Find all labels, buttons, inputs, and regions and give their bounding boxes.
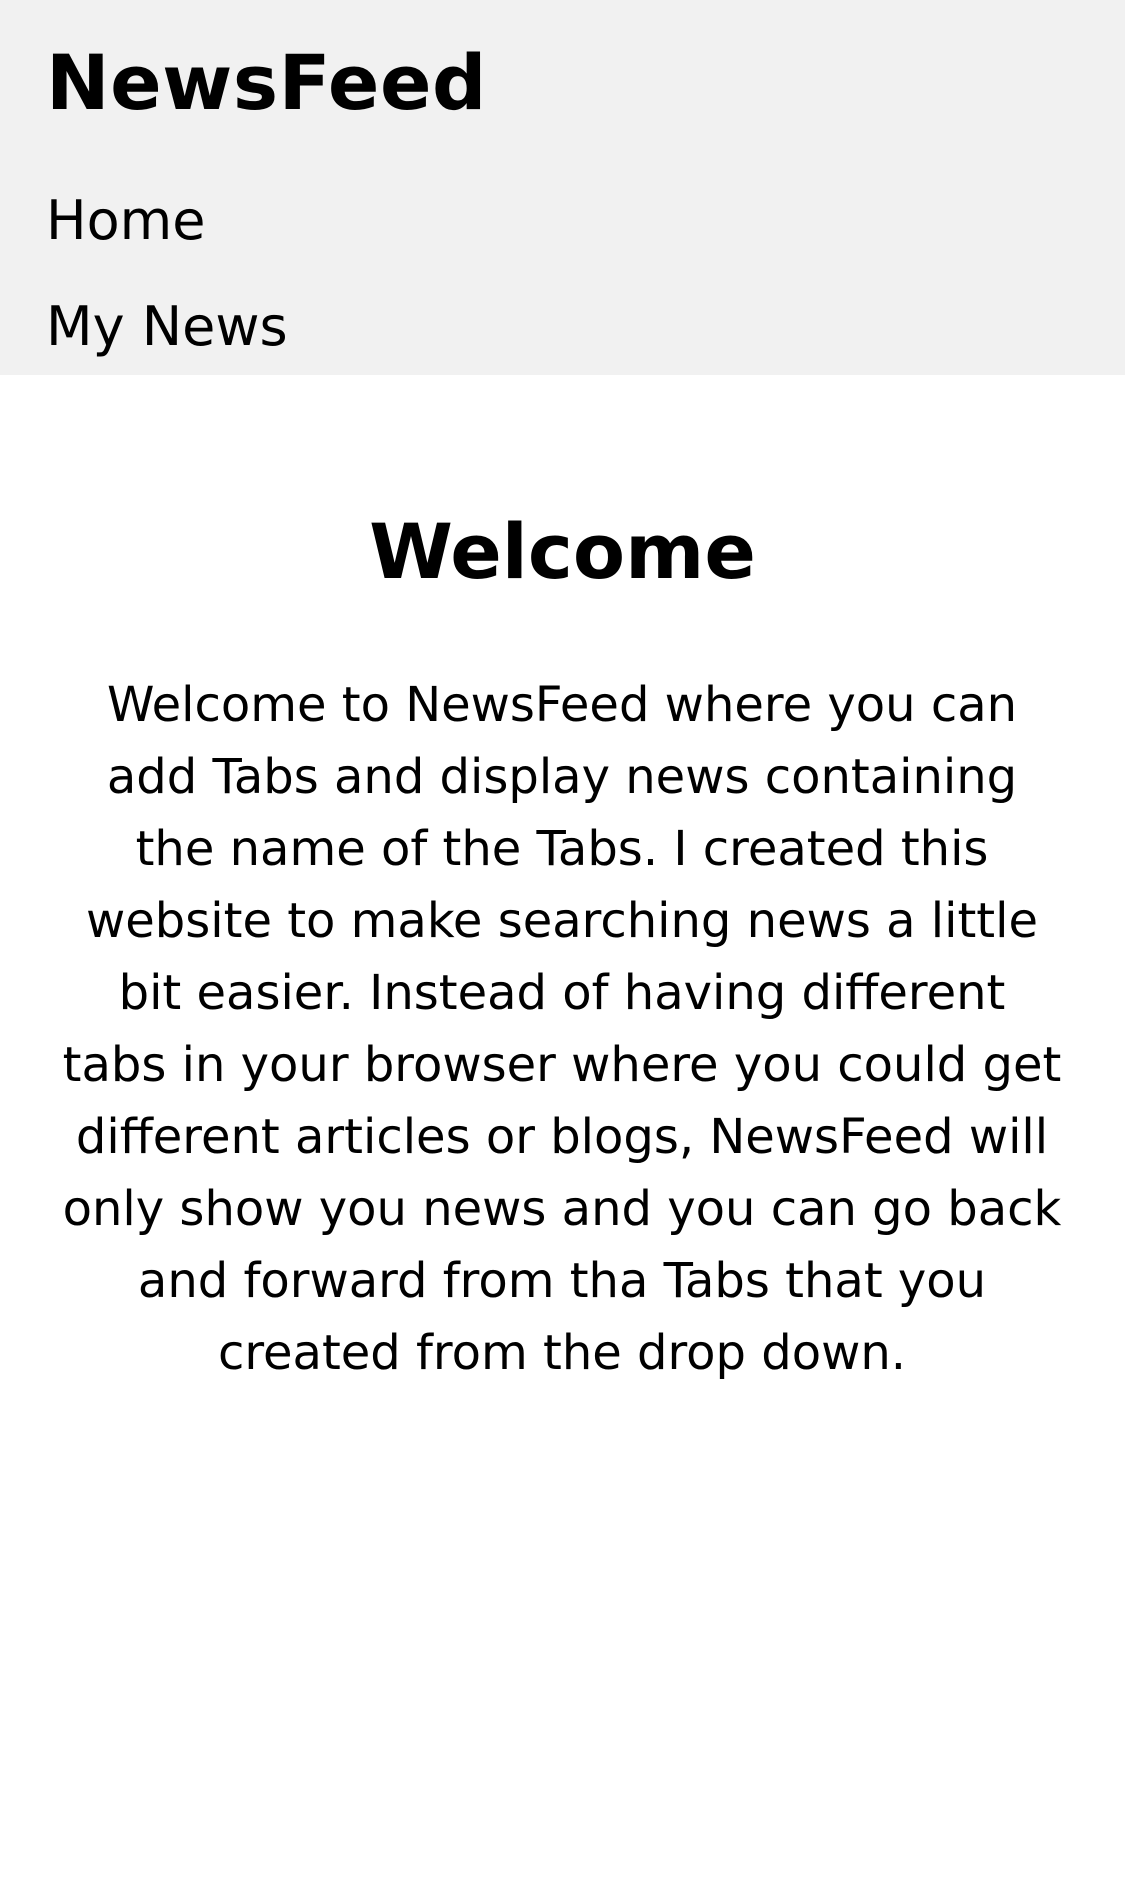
nav-link-my-news[interactable]: My News xyxy=(46,292,288,362)
site-brand[interactable]: NewsFeed xyxy=(46,38,487,128)
site-header: NewsFeed Home My News xyxy=(0,0,1125,375)
nav-link-home[interactable]: Home xyxy=(46,186,205,256)
page-title: Welcome xyxy=(369,507,756,596)
welcome-paragraph: Welcome to NewsFeed where you can add Ta… xyxy=(62,677,1062,1381)
